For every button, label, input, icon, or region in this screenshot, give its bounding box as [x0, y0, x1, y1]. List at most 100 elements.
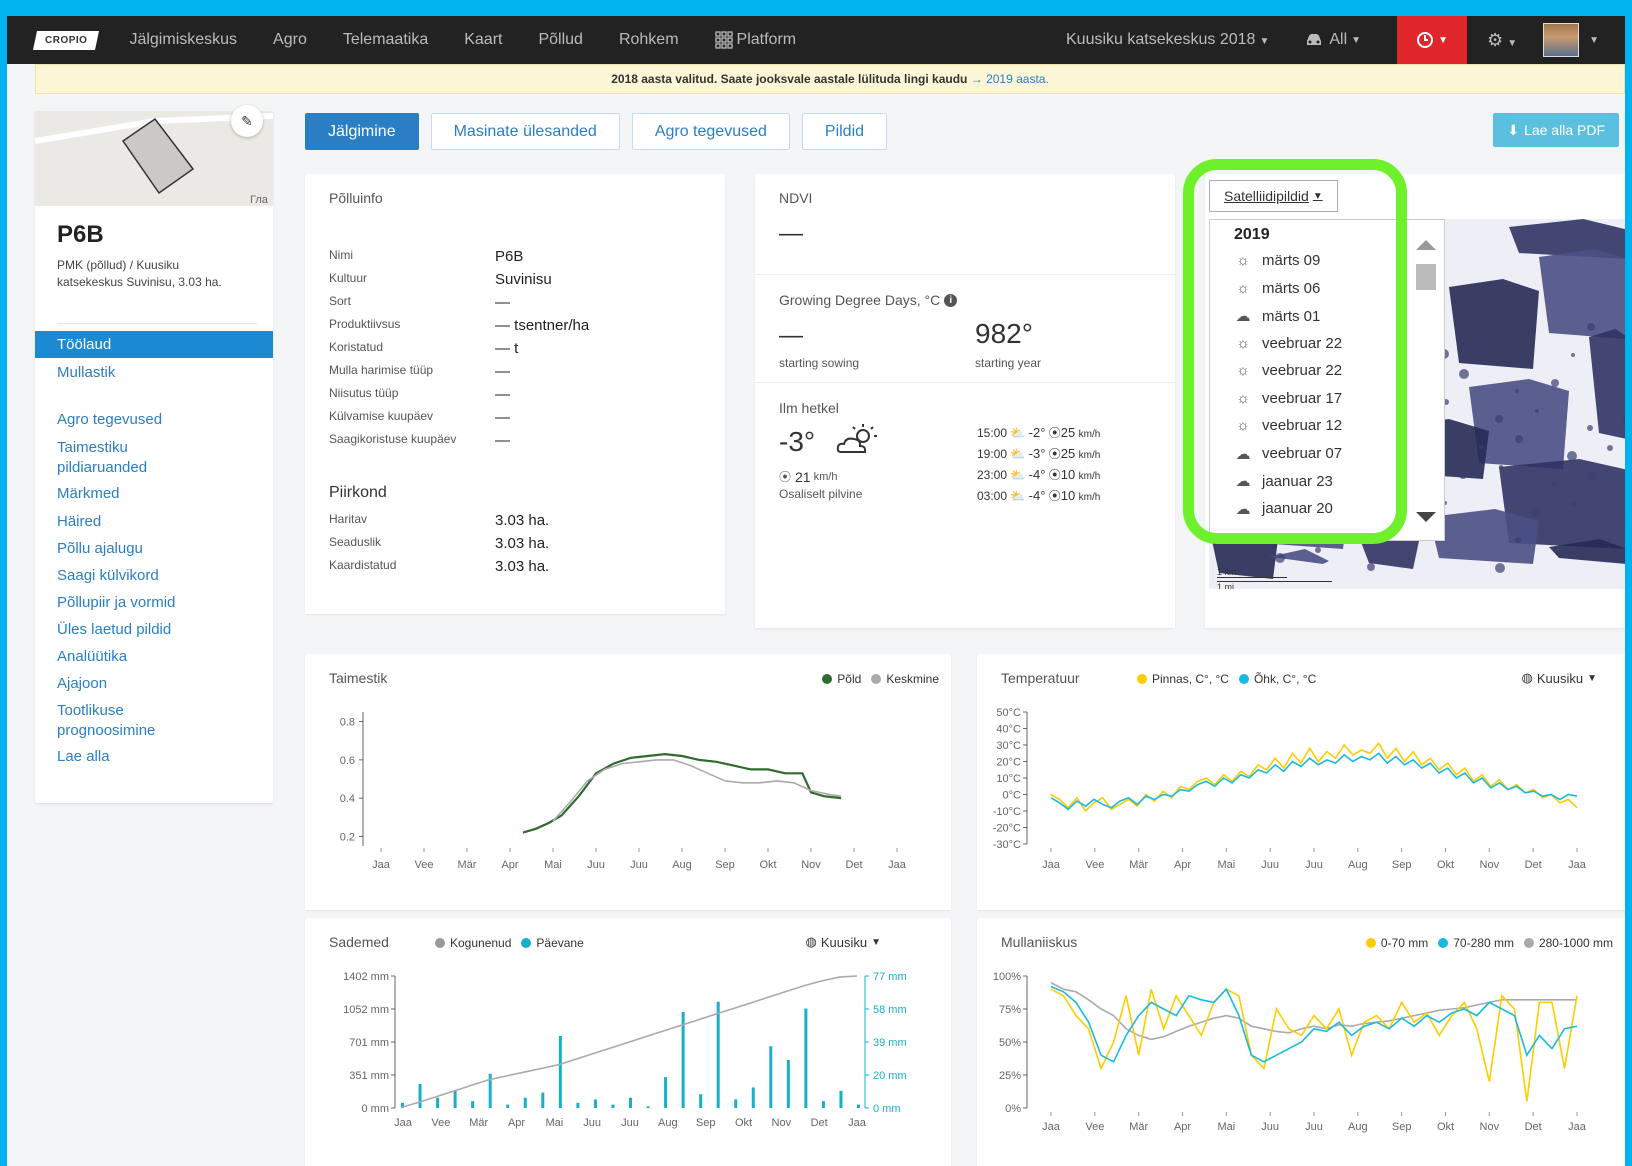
field-name: P6B: [57, 221, 104, 248]
tab-pildid[interactable]: Pildid: [801, 113, 888, 150]
sidebar-item-agro-tegevused[interactable]: Agro tegevused: [35, 410, 273, 430]
time-menu-button[interactable]: ▼: [1397, 16, 1468, 64]
chevron-down-icon: ▼: [1351, 34, 1362, 46]
precip-bar: [681, 1012, 685, 1108]
vehicle-label: All: [1329, 31, 1348, 48]
y-tick-label: 10°C: [996, 773, 1021, 785]
forecast-wind-unit: km/h: [1078, 471, 1101, 482]
y-tick-label: 100%: [993, 971, 1021, 983]
sidebar-item-lae-alla[interactable]: Lae alla: [35, 747, 273, 767]
sidebar-item-analuutika[interactable]: Analüütika: [35, 647, 273, 667]
x-tick-label: Okt: [1437, 1121, 1454, 1133]
tab-agro-tegevused[interactable]: Agro tegevused: [631, 113, 790, 150]
sidebar-item-mullastik[interactable]: Mullastik: [35, 363, 273, 383]
precip-bar: [506, 1104, 510, 1108]
settings-menu[interactable]: ⚙ ▼: [1487, 30, 1517, 51]
x-tick-label: Aug: [672, 859, 692, 871]
satellite-field-shape: [1539, 249, 1625, 339]
sidebar-item-haired[interactable]: Häired: [35, 512, 273, 532]
x-tick-label: Nov: [772, 1117, 792, 1129]
temperature-chart: -30°C -20°C -10°C 0°C 10°C 20°C 30°C 40°C 50°C Ja…: [993, 707, 1587, 871]
nav-platform[interactable]: Platform: [714, 31, 797, 49]
field-info-label: Kultuur: [329, 271, 368, 285]
sidebar-item-tootlikuse-prognoosimine[interactable]: Tootlikuse prognoosimine: [35, 701, 175, 741]
partly-cloudy-icon: ⛅: [1010, 468, 1026, 482]
y-tick-label: 0.4: [340, 793, 355, 805]
x-tick-label: Aug: [658, 1117, 678, 1129]
y-tick-label-right: 58 mm: [873, 1004, 907, 1016]
user-avatar[interactable]: [1543, 23, 1580, 57]
x-tick-label: Mai: [1217, 859, 1235, 871]
wind-icon: ⦿: [1048, 426, 1061, 440]
satellite-speckle: [1551, 379, 1559, 387]
sidebar-item-markmed[interactable]: Märkmed: [35, 484, 273, 504]
scroll-up-arrow[interactable]: [1416, 240, 1436, 250]
sidebar-item-ajajoon[interactable]: Ajajoon: [35, 674, 273, 694]
forecast-temp: -3°: [1028, 446, 1046, 461]
sidebar-item-taimestiku-pildiaruanded[interactable]: Taimestiku pildiaruanded: [35, 438, 195, 478]
scroll-down-arrow[interactable]: [1416, 512, 1436, 522]
field-info-value: Suvinisu: [495, 271, 552, 288]
edit-field-button[interactable]: ✎: [231, 105, 263, 137]
precip-bar: [611, 1104, 615, 1108]
chevron-down-icon[interactable]: ▼: [1589, 35, 1599, 46]
field-info-label: Külvamise kuupäev: [329, 409, 434, 423]
forecast-row: 15:00 ⛅ -2° ⦿25 km/h: [977, 424, 1100, 441]
precip-bar: [769, 1046, 773, 1108]
sidebar-item-saagi-kulvikord[interactable]: Saagi külvikord: [35, 566, 273, 586]
download-pdf-button[interactable]: ⬇ Lae alla PDF: [1493, 113, 1619, 147]
satellite-speckle: [1479, 343, 1485, 349]
forecast-wind: 10: [1060, 488, 1076, 503]
season-label: Kuusiku katsekeskus 2018: [1066, 31, 1256, 48]
vegetation-chart: 0.2 0.4 0.6 0.8 Jaa Vee Mär Apr Mai Juu Juu Aug Sep O…: [340, 712, 907, 871]
satellite-speckle: [1535, 409, 1539, 413]
sidebar-item-pollu-ajalugu[interactable]: Põllu ajalugu: [35, 539, 273, 559]
info-icon[interactable]: i: [944, 293, 958, 307]
x-tick-label: Apr: [508, 1117, 525, 1129]
nav-kaart[interactable]: Kaart: [464, 31, 502, 49]
sidebar-item-toolaud[interactable]: Töölaud: [35, 331, 273, 358]
x-tick-label: Mai: [1217, 1121, 1235, 1133]
temperature-chart-card: Temperatuur Pinnas, C°, °C Õhk, C°, °C ◍…: [977, 654, 1625, 910]
satellite-speckle: [1607, 445, 1613, 451]
wind-icon: ⦿: [1048, 468, 1061, 482]
dropdown-scrollbar[interactable]: [1408, 220, 1444, 540]
vehicle-filter[interactable]: All ▼: [1305, 31, 1361, 49]
nav-pollud[interactable]: Põllud: [538, 31, 582, 49]
nav-rohkem[interactable]: Rohkem: [619, 31, 679, 49]
series-line: [1050, 988, 1578, 1102]
season-select[interactable]: Kuusiku katsekeskus 2018 ▼: [1066, 31, 1269, 49]
tab-masinate-ulesanded[interactable]: Masinate ülesanded: [430, 113, 620, 150]
nav-agro[interactable]: Agro: [273, 31, 307, 49]
tab-jalgimine[interactable]: Jälgimine: [305, 113, 419, 150]
x-tick-label: Okt: [1437, 859, 1454, 871]
field-sidebar: Гла ✎ P6B PMK (põllud) / Kuusiku katseke…: [35, 105, 273, 803]
gdd-year-label: starting year: [975, 356, 1042, 370]
sidebar-item-pollupiir[interactable]: Põllupiir ja vormid: [35, 593, 273, 613]
satellite-speckle: [1587, 471, 1597, 481]
sidebar-item-uleslaetud-pildid[interactable]: Üles laetud pildid: [35, 620, 273, 640]
x-tick-label: Juu: [583, 1117, 601, 1129]
ndvi-value: —: [779, 220, 803, 247]
navbar-right: Kuusiku katsekeskus 2018 ▼ All ▼ ▼ ⚙ ▼ ▼: [1066, 16, 1625, 64]
gdd-year-value: 982°: [975, 318, 1033, 349]
nav-jalgimiskeskus[interactable]: Jälgimiskeskus: [129, 31, 237, 49]
forecast-wind: 10: [1060, 467, 1076, 482]
nav-telemaatika[interactable]: Telemaatika: [343, 31, 428, 49]
forecast-wind-unit: km/h: [1078, 450, 1101, 461]
y-tick-label: 50°C: [996, 707, 1021, 719]
main-tabs: Jälgimine Masinate ülesanded Agro tegevu…: [305, 113, 899, 150]
district-value: 3.03 ha.: [495, 512, 550, 529]
switch-year-link[interactable]: 2019 aasta.: [986, 72, 1049, 86]
y-tick-label: 30°C: [996, 740, 1021, 752]
x-tick-label: Apr: [501, 859, 518, 871]
x-tick-label: Juu: [630, 859, 648, 871]
gdd-title-row: Growing Degree Days, °C i: [779, 292, 958, 308]
cropio-logo[interactable]: CROPIO: [32, 30, 100, 50]
forecast-wind: 25: [1060, 425, 1076, 440]
platform-label: Platform: [736, 31, 797, 48]
scroll-thumb[interactable]: [1416, 264, 1436, 290]
precip-bar: [471, 1101, 475, 1108]
field-info-value: —: [495, 363, 510, 380]
forecast-time: 23:00: [977, 468, 1008, 482]
